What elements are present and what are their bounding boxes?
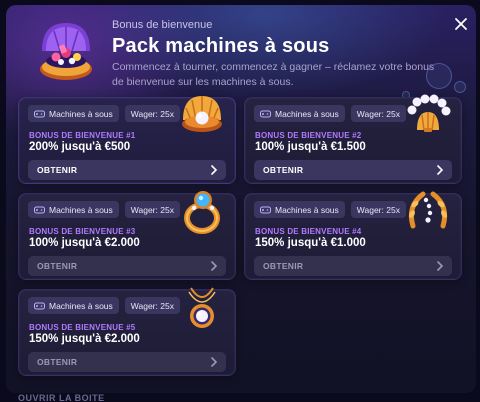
wager-label: Wager: 25x <box>130 108 174 119</box>
gamepad-icon <box>34 206 45 213</box>
chevron-right-icon <box>437 261 444 271</box>
bonus-card-3: Machines à sous Wager: 25x BONUS DE BIEN… <box>18 191 236 280</box>
gamepad-icon <box>260 110 271 117</box>
pearl-wreath-icon <box>408 191 448 229</box>
category-tag: Machines à sous <box>28 201 119 218</box>
bonus-label: BONUS DE BIENVENUE #4 <box>255 227 362 236</box>
bonus-value: 150% jusqu'à €1.000 <box>255 237 366 249</box>
category-label: Machines à sous <box>275 108 339 119</box>
wager-tag: Wager: 25x <box>350 201 406 218</box>
chevron-right-icon <box>211 165 218 175</box>
claim-button-label: OBTENIR <box>37 165 78 175</box>
gamepad-icon <box>260 206 271 213</box>
bonus-card-1: Machines à sous Wager: 25x BONUS DE BIEN… <box>18 96 236 184</box>
claim-button[interactable]: OBTENIR <box>28 160 226 180</box>
claim-button[interactable]: OBTENIR <box>28 256 226 276</box>
bonus-card-2: Machines à sous Wager: 25x BONUS DE BIEN… <box>244 94 462 184</box>
claim-button[interactable]: OBTENIR <box>28 352 226 372</box>
welcome-bonus-modal: Bonus de bienvenue Pack machines à sous … <box>6 5 476 393</box>
open-box-link[interactable]: OUVRIR LA BOITE <box>18 393 105 402</box>
wager-tag: Wager: 25x <box>124 297 180 314</box>
wager-tag: Wager: 25x <box>124 201 180 218</box>
bonus-value: 100% jusqu'à €2.000 <box>29 237 140 249</box>
bonus-label: BONUS DE BIENVENUE #1 <box>29 131 136 140</box>
diamond-ring-icon <box>184 191 220 234</box>
wager-tag: Wager: 25x <box>350 105 406 122</box>
claim-button[interactable]: OBTENIR <box>254 160 452 180</box>
claim-button-label: OBTENIR <box>263 261 304 271</box>
card-tags: Machines à sous Wager: 25x <box>28 105 180 122</box>
claim-button[interactable]: OBTENIR <box>254 256 452 276</box>
chevron-right-icon <box>211 357 218 367</box>
bonus-subtitle: Bonus de bienvenue <box>112 19 213 31</box>
card-tags: Machines à sous Wager: 25x <box>254 201 406 218</box>
category-label: Machines à sous <box>49 108 113 119</box>
bonus-label: BONUS DE BIENVENUE #3 <box>29 227 136 236</box>
bonus-value: 150% jusqu'à €2.000 <box>29 333 140 345</box>
category-tag: Machines à sous <box>28 297 119 314</box>
category-tag: Machines à sous <box>28 105 119 122</box>
bonus-value: 100% jusqu'à €1.500 <box>255 141 366 153</box>
claim-button-label: OBTENIR <box>37 261 78 271</box>
bonus-card-5: Machines à sous Wager: 25x BONUS DE BIEN… <box>18 287 236 376</box>
bonus-description: Commencez à tourner, commencez à gagner … <box>112 61 435 88</box>
pearl-shell-icon <box>182 96 222 132</box>
claim-button-label: OBTENIR <box>263 165 304 175</box>
bonus-card-4: Machines à sous Wager: 25x BONUS DE BIEN… <box>244 191 462 280</box>
gamepad-icon <box>34 302 45 309</box>
wager-label: Wager: 25x <box>130 300 174 311</box>
claim-button-label: OBTENIR <box>37 357 78 367</box>
chevron-right-icon <box>437 165 444 175</box>
card-tags: Machines à sous Wager: 25x <box>28 297 180 314</box>
card-tags: Machines à sous Wager: 25x <box>254 105 406 122</box>
bubble-decoration <box>454 81 466 93</box>
bonus-label: BONUS DE BIENVENUE #5 <box>29 323 136 332</box>
pearl-bracelet-icon <box>407 94 451 132</box>
page-title: Pack machines à sous <box>112 35 330 57</box>
category-label: Machines à sous <box>49 300 113 311</box>
category-label: Machines à sous <box>49 204 113 215</box>
bonus-value: 200% jusqu'à €500 <box>29 141 131 153</box>
wager-label: Wager: 25x <box>130 204 174 215</box>
close-icon <box>455 18 467 30</box>
category-tag: Machines à sous <box>254 105 345 122</box>
card-tags: Machines à sous Wager: 25x <box>28 201 180 218</box>
wager-label: Wager: 25x <box>356 108 400 119</box>
treasure-shell-icon <box>40 23 92 80</box>
wager-tag: Wager: 25x <box>124 105 180 122</box>
chevron-right-icon <box>211 261 218 271</box>
pearl-pendant-icon <box>188 287 216 328</box>
close-button[interactable] <box>452 15 470 33</box>
wager-label: Wager: 25x <box>356 204 400 215</box>
category-label: Machines à sous <box>275 204 339 215</box>
gamepad-icon <box>34 110 45 117</box>
category-tag: Machines à sous <box>254 201 345 218</box>
bonus-label: BONUS DE BIENVENUE #2 <box>255 131 362 140</box>
